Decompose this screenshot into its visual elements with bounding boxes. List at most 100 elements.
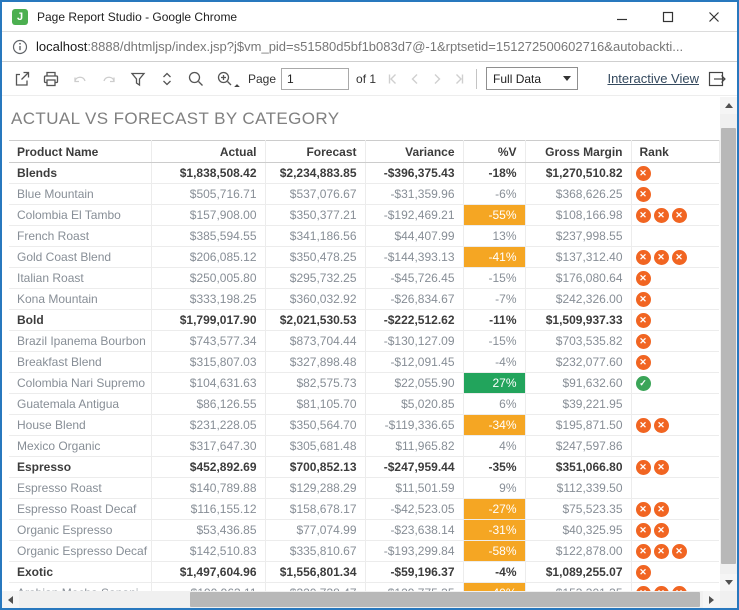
col-gross-margin[interactable]: Gross Margin <box>525 141 631 163</box>
rank-x-icon: ✕ <box>636 334 651 349</box>
actual-cell: $104,631.63 <box>151 373 265 394</box>
gross-margin-cell: $351,066.80 <box>525 457 631 478</box>
maximize-icon <box>662 11 674 23</box>
variance-cell: $11,501.59 <box>365 478 463 499</box>
col-rank[interactable]: Rank <box>631 141 719 163</box>
col-product-name[interactable]: Product Name <box>9 141 151 163</box>
export-button[interactable] <box>12 69 32 89</box>
open-panel-button[interactable] <box>707 69 727 89</box>
maximize-button[interactable] <box>645 2 691 31</box>
forecast-cell: $537,076.67 <box>265 184 365 205</box>
actual-cell: $385,594.55 <box>151 226 265 247</box>
report-table: Product Name Actual Forecast Variance %V… <box>9 140 720 591</box>
rank-x-icon: ✕ <box>654 502 669 517</box>
redo-button[interactable] <box>99 69 119 89</box>
rank-x-icon: ✕ <box>636 292 651 307</box>
close-button[interactable] <box>691 2 737 31</box>
gross-margin-cell: $137,312.40 <box>525 247 631 268</box>
zoom-button[interactable] <box>215 69 235 89</box>
rank-cell: ✕✕ <box>631 520 719 541</box>
gross-margin-cell: $122,878.00 <box>525 541 631 562</box>
expand-collapse-button[interactable] <box>157 69 177 89</box>
rank-cell <box>631 226 719 247</box>
first-page-button[interactable] <box>384 71 401 87</box>
col-pct-variance[interactable]: %V <box>463 141 525 163</box>
interactive-view-link[interactable]: Interactive View <box>607 71 699 86</box>
forecast-cell: $320,738.47 <box>265 583 365 592</box>
page-label: Page <box>248 72 276 86</box>
address-bar[interactable]: localhost:8888/dhtmljsp/index.jsp?j$vm_p… <box>2 32 737 62</box>
pct-variance-cell: 6% <box>463 394 525 415</box>
pct-variance-cell: -58% <box>463 541 525 562</box>
rank-x-icon: ✕ <box>654 250 669 265</box>
variance-cell: $11,965.82 <box>365 436 463 457</box>
variance-cell: -$23,638.14 <box>365 520 463 541</box>
vertical-scrollbar[interactable] <box>720 97 737 591</box>
undo-button[interactable] <box>70 69 90 89</box>
search-button[interactable] <box>186 69 206 89</box>
data-mode-dropdown[interactable]: Full Data <box>486 67 578 90</box>
rank-x-icon: ✕ <box>636 250 651 265</box>
search-icon <box>187 70 205 88</box>
table-header-row: Product Name Actual Forecast Variance %V… <box>9 141 719 163</box>
table-row: Breakfast Blend$315,807.03$327,898.48-$1… <box>9 352 719 373</box>
scroll-up-button[interactable] <box>720 97 737 114</box>
expand-collapse-icon <box>158 70 176 88</box>
forecast-cell: $873,704.44 <box>265 331 365 352</box>
minimize-button[interactable] <box>599 2 645 31</box>
last-page-button[interactable] <box>450 71 467 87</box>
info-icon[interactable] <box>12 39 28 55</box>
filter-button[interactable] <box>128 69 148 89</box>
rank-x-icon: ✕ <box>654 544 669 559</box>
actual-cell: $142,510.83 <box>151 541 265 562</box>
pct-variance-cell: 4% <box>463 436 525 457</box>
col-forecast[interactable]: Forecast <box>265 141 365 163</box>
page-number-input[interactable] <box>281 68 349 90</box>
product-name-cell: Breakfast Blend <box>9 352 151 373</box>
variance-cell: $22,055.90 <box>365 373 463 394</box>
next-page-button[interactable] <box>428 71 445 87</box>
export-icon <box>13 70 31 88</box>
scroll-left-button[interactable] <box>2 591 19 608</box>
pct-variance-cell: -40% <box>463 583 525 592</box>
actual-cell: $231,228.05 <box>151 415 265 436</box>
pct-variance-cell: -15% <box>463 268 525 289</box>
forecast-cell: $77,074.99 <box>265 520 365 541</box>
gross-margin-cell: $1,509,937.33 <box>525 310 631 331</box>
rank-x-icon: ✕ <box>636 355 651 370</box>
rank-x-icon: ✕ <box>654 460 669 475</box>
actual-cell: $1,838,508.42 <box>151 163 265 184</box>
prev-page-button[interactable] <box>406 71 423 87</box>
gross-margin-cell: $153,301.35 <box>525 583 631 592</box>
category-row: Bold$1,799,017.90$2,021,530.53-$222,512.… <box>9 310 719 331</box>
col-variance[interactable]: Variance <box>365 141 463 163</box>
col-actual[interactable]: Actual <box>151 141 265 163</box>
triangle-left-icon <box>8 596 13 604</box>
forecast-cell: $1,556,801.34 <box>265 562 365 583</box>
rank-x-icon: ✕ <box>654 208 669 223</box>
pct-variance-cell: -41% <box>463 247 525 268</box>
horizontal-scrollbar[interactable] <box>2 591 720 608</box>
actual-cell: $317,647.30 <box>151 436 265 457</box>
last-page-icon <box>452 72 466 86</box>
gross-margin-cell: $39,221.95 <box>525 394 631 415</box>
zoom-dropdown-caret <box>234 84 240 90</box>
gross-margin-cell: $108,166.98 <box>525 205 631 226</box>
vertical-scrollbar-thumb[interactable] <box>721 128 736 564</box>
variance-cell: -$31,359.96 <box>365 184 463 205</box>
variance-cell: -$396,375.43 <box>365 163 463 184</box>
table-row: French Roast$385,594.55$341,186.56$44,40… <box>9 226 719 247</box>
scroll-right-button[interactable] <box>703 591 720 608</box>
horizontal-scrollbar-thumb[interactable] <box>190 592 700 607</box>
rank-cell: ✕ <box>631 184 719 205</box>
actual-cell: $157,908.00 <box>151 205 265 226</box>
forecast-cell: $327,898.48 <box>265 352 365 373</box>
table-row: Espresso Roast$140,789.88$129,288.29$11,… <box>9 478 719 499</box>
gross-margin-cell: $195,871.50 <box>525 415 631 436</box>
gross-margin-cell: $232,077.60 <box>525 352 631 373</box>
forecast-cell: $2,234,883.85 <box>265 163 365 184</box>
print-button[interactable] <box>41 69 61 89</box>
prev-page-icon <box>408 72 422 86</box>
scroll-down-button[interactable] <box>720 574 737 591</box>
forecast-cell: $295,732.25 <box>265 268 365 289</box>
